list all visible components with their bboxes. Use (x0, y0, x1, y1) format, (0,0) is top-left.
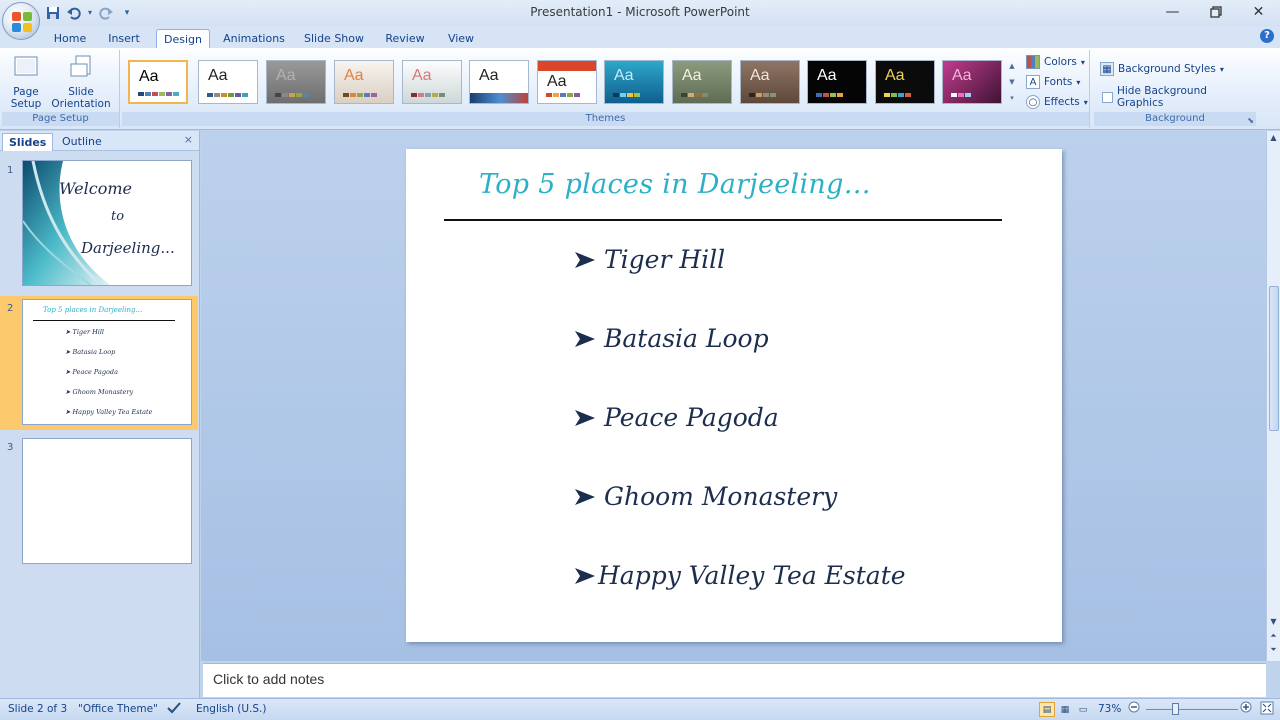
language-indicator[interactable]: English (U.S.) (196, 703, 266, 715)
scroll-down-icon[interactable]: ▼ (1267, 617, 1280, 626)
bullet-item[interactable]: Ghoom Monastery (574, 482, 837, 511)
colors-icon (1026, 55, 1040, 69)
theme-6[interactable]: Aa (469, 60, 529, 104)
bullet-item[interactable]: Peace Pagoda (574, 403, 779, 432)
theme-7[interactable]: Aa (537, 60, 597, 104)
tab-design[interactable]: Design (156, 29, 210, 48)
theme-10[interactable]: Aa (740, 60, 800, 104)
bullet-item[interactable]: Happy Valley Tea Estate (574, 561, 906, 590)
title-underline (444, 219, 1002, 221)
scroll-thumb[interactable] (1269, 286, 1279, 431)
arrow-bullet-icon (575, 567, 595, 584)
fonts-icon: A (1026, 75, 1040, 89)
theme-4[interactable]: Aa (334, 60, 394, 104)
tab-home[interactable]: Home (50, 29, 90, 48)
bullet-item[interactable]: Tiger Hill (574, 245, 725, 274)
theme-2[interactable]: Aa (198, 60, 258, 104)
theme-11[interactable]: Aa (807, 60, 867, 104)
arrow-bullet-icon (575, 488, 595, 505)
spell-check-icon[interactable] (166, 701, 182, 718)
scroll-down-icon: ▼ (1009, 78, 1015, 86)
tab-animations[interactable]: Animations (222, 29, 286, 48)
effects-button[interactable]: ○ Effects ▾ (1026, 93, 1088, 111)
window-title: Presentation1 - Microsoft PowerPoint (530, 5, 750, 19)
arrow-bullet-icon (575, 251, 595, 268)
restore-icon[interactable] (1194, 0, 1237, 24)
slide-title[interactable]: Top 5 places in Darjeeling… (479, 169, 871, 200)
zoom-slider-thumb[interactable] (1172, 703, 1179, 715)
page-setup-icon (12, 54, 40, 82)
current-slide[interactable]: Top 5 places in Darjeeling… Tiger Hill B… (406, 149, 1062, 642)
background-styles-icon: ▦ (1100, 62, 1114, 76)
tab-outline[interactable]: Outline (56, 133, 108, 151)
page-setup-button[interactable]: Page Setup (6, 54, 46, 110)
tab-slides[interactable]: Slides (2, 133, 54, 151)
dialog-launcher-icon[interactable]: ⬊ (1247, 116, 1254, 125)
theme-13[interactable]: Aa (942, 60, 1002, 104)
status-bar: Slide 2 of 3 "Office Theme" English (U.S… (0, 698, 1280, 720)
more-icon: ▾ (1010, 94, 1014, 102)
scroll-up-icon[interactable]: ▲ (1267, 133, 1280, 142)
normal-view-icon[interactable]: ▤ (1039, 702, 1055, 717)
scroll-up-icon: ▲ (1009, 62, 1015, 70)
office-logo-icon (12, 12, 32, 32)
help-icon[interactable]: ? (1260, 29, 1274, 43)
group-label-background: Background (1094, 112, 1256, 126)
slide-show-icon[interactable]: ▭ (1075, 702, 1091, 717)
minimize-icon[interactable]: — (1151, 0, 1194, 24)
next-slide-icon[interactable]: ⏷ (1267, 645, 1280, 655)
slide-thumbnail-2[interactable]: Top 5 places in Darjeeling... ➤ Tiger Hi… (22, 299, 192, 425)
slide-sorter-icon[interactable]: ▦ (1057, 702, 1073, 717)
ribbon-tabs: Home Insert Design Animations Slide Show… (0, 26, 1280, 48)
theme-3[interactable]: Aa (266, 60, 326, 104)
group-themes: Aa Aa Aa Aa Aa Aa Aa Aa Aa Aa Aa Aa Aa ▲… (122, 50, 1090, 128)
pane-close-icon[interactable]: × (184, 133, 193, 146)
effects-icon: ○ (1026, 95, 1040, 109)
bullet-item[interactable]: Batasia Loop (574, 324, 769, 353)
theme-12[interactable]: Aa (875, 60, 935, 104)
slide-editor: Top 5 places in Darjeeling… Tiger Hill B… (201, 131, 1266, 661)
close-icon[interactable]: ✕ (1237, 0, 1280, 24)
tab-insert[interactable]: Insert (104, 29, 144, 48)
theme-8[interactable]: Aa (604, 60, 664, 104)
hide-background-checkbox[interactable] (1102, 91, 1113, 103)
group-label-themes: Themes (122, 112, 1089, 126)
tab-review[interactable]: Review (382, 29, 428, 48)
group-label-page-setup: Page Setup (2, 112, 119, 126)
fonts-button[interactable]: A Fonts ▾ (1026, 73, 1080, 91)
fit-to-window-icon[interactable] (1260, 701, 1274, 718)
theme-name[interactable]: "Office Theme" (78, 703, 158, 715)
zoom-level[interactable]: 73% (1098, 703, 1121, 715)
previous-slide-icon[interactable]: ⏶ (1267, 631, 1280, 641)
theme-office[interactable]: Aa (128, 60, 188, 104)
background-styles-button[interactable]: ▦ Background Styles ▾ (1100, 60, 1224, 78)
zoom-in-icon[interactable] (1240, 701, 1252, 716)
group-background: ▦ Background Styles ▾ Hide Background Gra… (1094, 50, 1256, 128)
slide-thumbnail-3[interactable] (22, 438, 192, 564)
slides-pane: Slides Outline × 1 Welcome to Darjeeling… (0, 131, 200, 698)
arrow-bullet-icon (575, 330, 595, 347)
title-bar: ▾ ▾ Presentation1 - Microsoft PowerPoint… (0, 0, 1280, 40)
theme-9[interactable]: Aa (672, 60, 732, 104)
arrow-bullet-icon (575, 409, 595, 426)
slide-counter: Slide 2 of 3 (8, 703, 68, 715)
slide-orientation-icon (67, 54, 95, 82)
vertical-scrollbar[interactable]: ▲ ▼ ⏶ ⏷ (1266, 131, 1280, 661)
colors-button[interactable]: Colors ▾ (1026, 53, 1085, 71)
office-button[interactable] (2, 2, 40, 40)
notes-pane[interactable]: Click to add notes (203, 663, 1266, 697)
theme-5[interactable]: Aa (402, 60, 462, 104)
themes-gallery-scroll[interactable]: ▲ ▼ ▾ (1006, 58, 1018, 108)
slide-thumbnail-1[interactable]: Welcome to Darjeeling... (22, 160, 192, 286)
zoom-slider-track[interactable] (1146, 709, 1238, 710)
zoom-out-icon[interactable] (1128, 701, 1140, 716)
hide-background-graphics[interactable]: Hide Background Graphics (1102, 85, 1256, 109)
notes-placeholder[interactable]: Click to add notes (213, 671, 324, 687)
tab-slide-show[interactable]: Slide Show (302, 29, 366, 48)
ribbon: Page Setup Slide Orientation ▾ Page Setu… (0, 48, 1280, 130)
group-page-setup: Page Setup Slide Orientation ▾ Page Setu… (2, 50, 120, 128)
tab-view[interactable]: View (443, 29, 479, 48)
